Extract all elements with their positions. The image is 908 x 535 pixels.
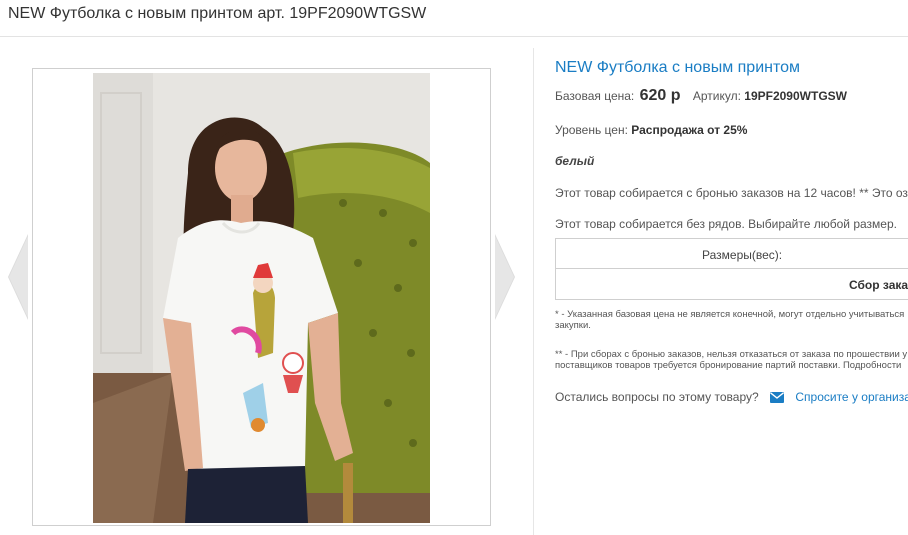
price-level-value: Распродажа от 25%: [631, 123, 748, 137]
sizes-table-body: Сбор заказов: [556, 269, 908, 299]
sku-label: Артикул:: [692, 89, 741, 103]
gallery-next-button[interactable]: [493, 234, 517, 320]
gallery-prev-button[interactable]: [6, 234, 30, 320]
footnote-price: * - Указанная базовая цена не является к…: [555, 309, 904, 331]
footnote-reserve: ** - При сборах с бронью заказов, нельзя…: [555, 349, 907, 371]
sku-value: 19PF2090WTGSW: [744, 89, 847, 103]
page-title: NEW Футболка с новым принтом арт. 19PF20…: [8, 5, 427, 22]
sizes-table-header: Размеры(вес):: [556, 239, 908, 269]
questions-row: Остались вопросы по этому товару? Спроси…: [555, 390, 908, 404]
collect-orders-label: Сбор заказов: [849, 278, 908, 292]
product-photo[interactable]: [93, 73, 430, 523]
envelope-icon[interactable]: [770, 392, 785, 403]
base-price-label: Базовая цена:: [555, 89, 635, 103]
price-level-label: Уровень цен:: [555, 123, 628, 137]
footnote-reserve-line2: поставщиков товаров требуется бронирован…: [555, 360, 902, 371]
sizes-label: Размеры(вес):: [702, 248, 783, 262]
product-color: белый: [555, 154, 595, 168]
product-title: NEW Футболка с новым принтом: [555, 59, 801, 76]
questions-text: Остались вопросы по этому товару?: [555, 390, 759, 404]
price-level-row: Уровень цен: Распродажа от 25%: [555, 123, 747, 137]
column-divider: [533, 48, 534, 535]
ask-organizer-link[interactable]: Спросите у организатора: [795, 390, 908, 404]
product-details: NEW Футболка с новым принтом Базовая цен…: [555, 48, 908, 535]
product-gallery: [0, 48, 533, 535]
chevron-left-icon: [8, 234, 28, 320]
rows-notice: Этот товар собирается без рядов. Выбирай…: [555, 217, 897, 231]
sizes-table: Размеры(вес): Сбор заказов: [555, 238, 908, 300]
chevron-right-icon: [495, 234, 515, 320]
product-photo-image: [93, 73, 430, 523]
price-row: Базовая цена: 620 р Артикул: 19PF2090WTG…: [555, 87, 847, 105]
product-photo-frame: [32, 68, 491, 526]
footnote-price-line2: закупки.: [555, 320, 591, 331]
title-divider: [0, 36, 908, 37]
reserve-notice: Этот товар собирается с бронью заказов н…: [555, 186, 908, 200]
footnote-reserve-line1: ** - При сборах с бронью заказов, нельзя…: [555, 349, 908, 360]
base-price-value: 620 р: [639, 87, 681, 104]
footnote-price-line1: * - Указанная базовая цена не является к…: [555, 309, 905, 320]
